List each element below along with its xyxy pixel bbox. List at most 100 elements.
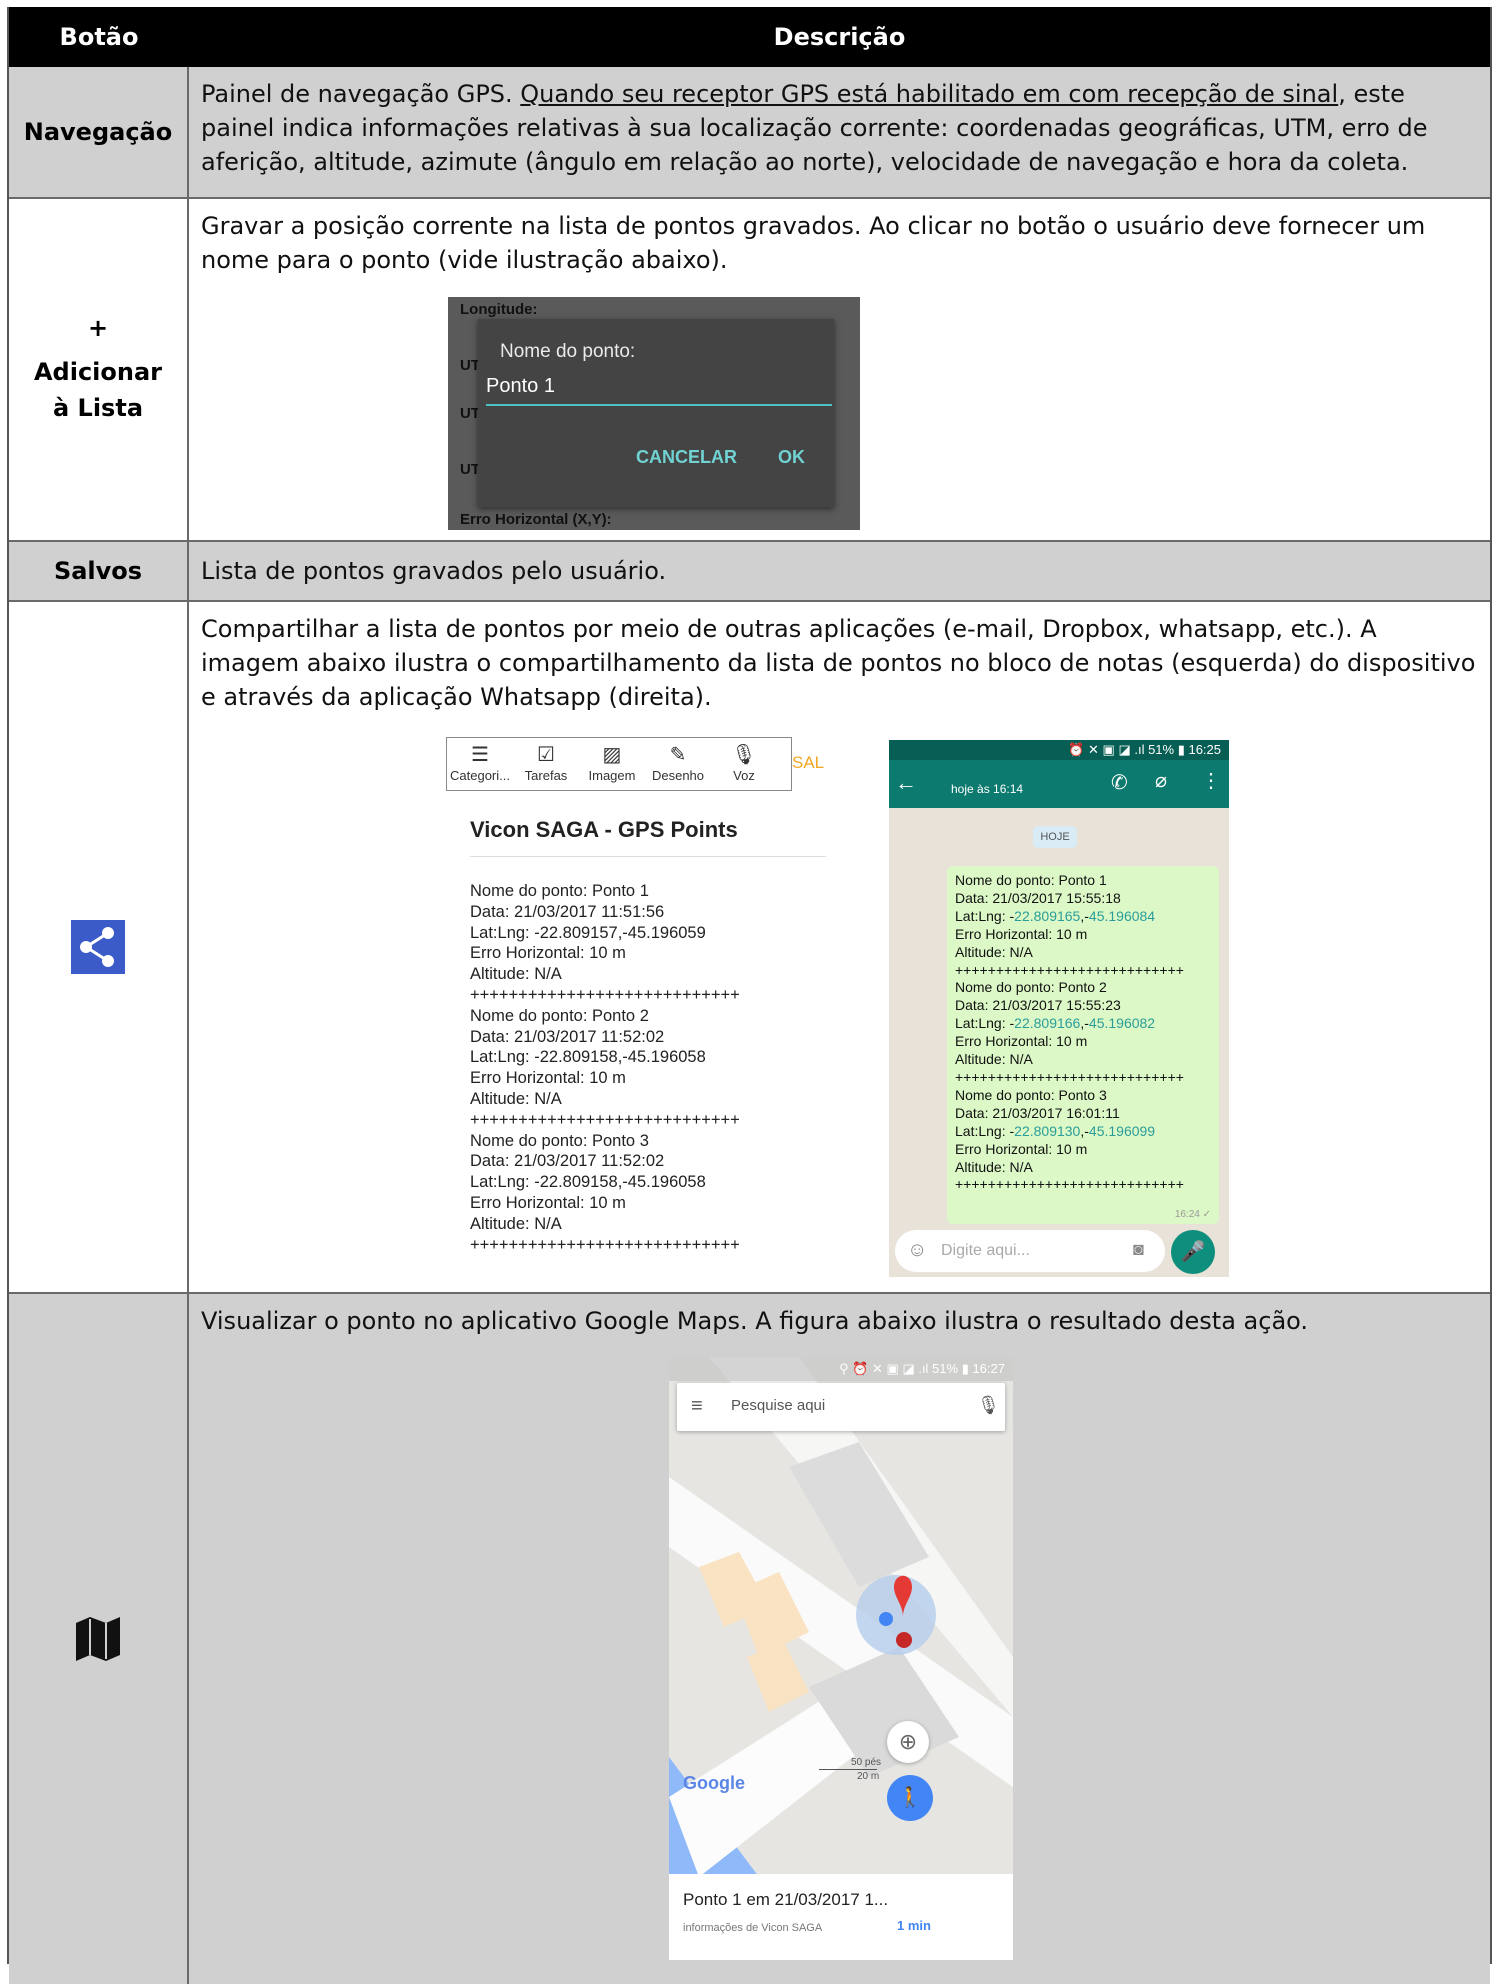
name-dialog: Nome do ponto: Ponto 1 CANCELAR OK	[478, 319, 834, 507]
table-row: Salvos Lista de pontos gravados pelo usu…	[9, 542, 1490, 602]
msg-line: Nome do ponto: Ponto 1	[955, 872, 1107, 888]
table-row: Navegação Painel de navegação GPS. Quand…	[9, 67, 1490, 199]
status-bar: ⚲ ⏰ ✕ ▣ ◪ .ıl 51% ▮ 16:27	[669, 1357, 1013, 1381]
msg-link[interactable]: 45.196082	[1089, 1015, 1155, 1031]
toolbar-categories[interactable]: ☰ Categori...	[447, 742, 513, 783]
mic-icon[interactable]: 🎙	[977, 1395, 1000, 1416]
search-placeholder: Pesquise aqui	[731, 1397, 826, 1414]
mic-icon: 🎤	[1180, 1241, 1206, 1263]
message-text: Nome do ponto: Ponto 1 Data: 21/03/2017 …	[955, 872, 1184, 1193]
msg-line: Nome do ponto: Ponto 3	[955, 1086, 1107, 1103]
row-label-share	[9, 602, 189, 1292]
desc-text: Compartilhar a lista de pontos por meio …	[201, 615, 1476, 711]
msg-line: ++++++++++++++++++++++++++++	[955, 1176, 1184, 1193]
toolbar-image[interactable]: ▨ Imagem	[579, 742, 645, 783]
adicionar-label: Adicionar à Lista	[33, 357, 163, 422]
pen-icon: ✎	[669, 744, 687, 766]
notes-screenshot: ☰ Categori... ☑ Tarefas ▨ Imagem ✎ Desenho 🎙…	[446, 737, 826, 1267]
notes-toolbar: ☰ Categori... ☑ Tarefas ▨ Imagem ✎ Desenho 🎙…	[446, 737, 792, 791]
save-button[interactable]: SAL	[792, 753, 824, 773]
chat-subtitle: hoje às 16:14	[951, 782, 1024, 796]
msg-link[interactable]: 45.196084	[1089, 908, 1155, 924]
desc-text: Painel de navegação GPS.	[201, 80, 521, 108]
toolbar-label: Tarefas	[524, 768, 568, 783]
day-chip: HOJE	[1033, 826, 1077, 848]
msg-line: Erro Horizontal: 10 m	[955, 925, 1088, 942]
msg-line: Altitude: N/A	[955, 1158, 1033, 1175]
checkbox-icon: ☑	[537, 744, 555, 766]
point-name-input[interactable]: Ponto 1	[486, 375, 832, 406]
msg-line: Erro Horizontal: 10 m	[955, 1033, 1088, 1050]
bg-label-utm: UT	[460, 357, 480, 374]
scale-bar	[819, 1769, 877, 1770]
msg-link[interactable]: 45.196099	[1089, 1123, 1155, 1139]
whatsapp-screenshot: ⏰ ✕ ▣ ◪ .ıl 51% ▮ 16:25 ← hoje às 16:14 …	[889, 740, 1229, 1277]
table-header: Botão Descrição	[9, 7, 1490, 67]
my-location-button[interactable]: ⊕	[887, 1721, 929, 1763]
toolbar-drawing[interactable]: ✎ Desenho	[645, 742, 711, 783]
chat-header: ← hoje às 16:14 ✆ ⌀ ⋮	[889, 760, 1229, 808]
menu-icon[interactable]: ≡	[691, 1395, 703, 1418]
row-label-maps	[9, 1294, 189, 1984]
cancel-button[interactable]: CANCELAR	[636, 447, 737, 468]
map-search-box[interactable]: ≡ Pesquise aqui 🎙	[677, 1383, 1005, 1431]
notes-body: Nome do ponto: Ponto 1 Data: 21/03/2017 …	[470, 882, 740, 1254]
msg-line: Nome do ponto: Ponto 2	[955, 979, 1107, 996]
desc-underlined-text: Quando seu receptor GPS está habilitado …	[520, 80, 1339, 108]
msg-line: ++++++++++++++++++++++++++++	[955, 1068, 1184, 1085]
more-icon[interactable]: ⋮	[1201, 768, 1221, 793]
card-title: Ponto 1 em 21/03/2017 1...	[683, 1890, 889, 1909]
crosshair-icon: ⊕	[898, 1729, 918, 1754]
msg-line: Data: 21/03/2017 15:55:23	[955, 997, 1121, 1014]
emoji-icon[interactable]: ☺	[907, 1239, 927, 1262]
walk-icon: 🚶	[897, 1787, 923, 1809]
camera-icon[interactable]: ◙	[1133, 1239, 1144, 1260]
dialog-screenshot: Longitude: UT UT UT Erro Horizontal (X,Y…	[448, 297, 860, 530]
msg-link[interactable]: 22.809165	[1014, 908, 1080, 924]
ok-button[interactable]: OK	[778, 447, 805, 468]
back-arrow-icon[interactable]: ←	[895, 770, 917, 796]
msg-link[interactable]: 22.809166	[1014, 1015, 1080, 1031]
list-icon: ☰	[471, 744, 489, 766]
bg-label-utm: UT	[460, 461, 480, 478]
map-icon	[76, 1617, 120, 1661]
toolbar-tasks[interactable]: ☑ Tarefas	[513, 742, 579, 783]
navigate-button[interactable]: 🚶	[887, 1775, 933, 1821]
place-card[interactable]: Ponto 1 em 21/03/2017 1... informações d…	[669, 1874, 1013, 1960]
map-screenshot: ⚲ ⏰ ✕ ▣ ◪ .ıl 51% ▮ 16:27 ≡ Pesquise aqu…	[669, 1357, 1013, 1960]
toolbar-label: Desenho	[651, 768, 705, 783]
toolbar-label: Categori...	[450, 768, 510, 783]
google-logo: Google	[683, 1773, 745, 1793]
bg-label-erro: Erro Horizontal (X,Y):	[460, 511, 612, 528]
msg-line: Erro Horizontal: 10 m	[955, 1140, 1088, 1157]
share-icon	[71, 920, 125, 974]
desc-text: Gravar a posição corrente na lista de po…	[201, 212, 1426, 274]
row-label-salvos: Salvos	[9, 542, 189, 600]
row-label-adicionar: + Adicionar à Lista	[9, 199, 189, 540]
card-time: 1 min	[897, 1918, 931, 1933]
toolbar-voice[interactable]: 🎙 Voz	[711, 742, 777, 783]
scale-meters: 20 m	[857, 1771, 880, 1782]
card-subtitle: informações de Vicon SAGA	[683, 1922, 823, 1934]
plus-label: +	[87, 313, 109, 342]
row-desc-navegacao: Painel de navegação GPS. Quando seu rece…	[189, 67, 1490, 197]
toolbar-label: Imagem	[588, 768, 636, 783]
dialog-title: Nome do ponto:	[500, 341, 636, 362]
attach-icon[interactable]: ⌀	[1155, 768, 1167, 793]
bg-label-longitude: Longitude:	[460, 301, 538, 318]
divider	[470, 856, 826, 857]
image-icon: ▨	[602, 744, 622, 766]
desc-text: Visualizar o ponto no aplicativo Google …	[201, 1307, 1309, 1335]
scale-feet: 50 pés	[851, 1757, 882, 1768]
msg-line: ++++++++++++++++++++++++++++	[955, 961, 1184, 978]
msg-link[interactable]: 22.809130	[1014, 1123, 1080, 1139]
msg-line: Data: 21/03/2017 15:55:18	[955, 889, 1121, 906]
msg-line: Altitude: N/A	[955, 943, 1033, 960]
map-canvas[interactable]	[669, 1357, 1013, 1960]
message-input[interactable]: ☺ Digite aqui... ◙	[895, 1230, 1165, 1272]
toolbar-label: Voz	[733, 768, 755, 783]
mic-button[interactable]: 🎤	[1171, 1230, 1215, 1274]
phone-icon[interactable]: ✆	[1111, 770, 1128, 795]
status-bar: ⏰ ✕ ▣ ◪ .ıl 51% ▮ 16:25	[889, 740, 1229, 760]
notes-title: Vicon SAGA - GPS Points	[470, 817, 738, 842]
